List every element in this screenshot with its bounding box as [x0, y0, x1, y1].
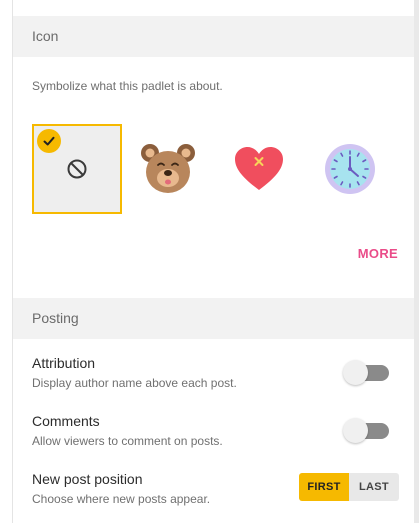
icon-option-bear[interactable]: [123, 124, 213, 214]
heart-icon: [235, 147, 283, 190]
new-post-position-selector: FIRST LAST: [299, 473, 399, 501]
icon-option-none[interactable]: [32, 124, 122, 214]
attribution-title: Attribution: [32, 355, 96, 371]
attribution-toggle-knob: [343, 360, 368, 385]
no-icon-symbol: [67, 159, 87, 179]
comments-toggle-knob: [343, 418, 368, 443]
more-icons-link[interactable]: MORE: [358, 246, 398, 261]
position-first-button[interactable]: FIRST: [299, 473, 349, 501]
new-post-position-title: New post position: [32, 471, 143, 487]
attribution-toggle[interactable]: [343, 358, 393, 386]
bear-icon: [141, 144, 195, 193]
position-last-button[interactable]: LAST: [349, 473, 399, 501]
icon-description: Symbolize what this padlet is about.: [32, 79, 223, 93]
scrollbar-track[interactable]: [414, 0, 419, 523]
new-post-position-subtitle: Choose where new posts appear.: [32, 492, 211, 506]
comments-subtitle: Allow viewers to comment on posts.: [32, 434, 223, 448]
comments-title: Comments: [32, 413, 100, 429]
icon-section-header: Icon: [13, 16, 414, 57]
attribution-subtitle: Display author name above each post.: [32, 376, 237, 390]
posting-section-header: Posting: [13, 298, 414, 339]
settings-panel: Icon Symbolize what this padlet is about…: [13, 0, 414, 523]
icon-option-heart[interactable]: [214, 124, 304, 214]
check-icon: [37, 129, 61, 153]
settings-frame: Icon Symbolize what this padlet is about…: [0, 0, 419, 523]
icon-option-clock[interactable]: [305, 124, 395, 214]
comments-toggle[interactable]: [343, 416, 393, 444]
clock-icon: [325, 144, 375, 194]
